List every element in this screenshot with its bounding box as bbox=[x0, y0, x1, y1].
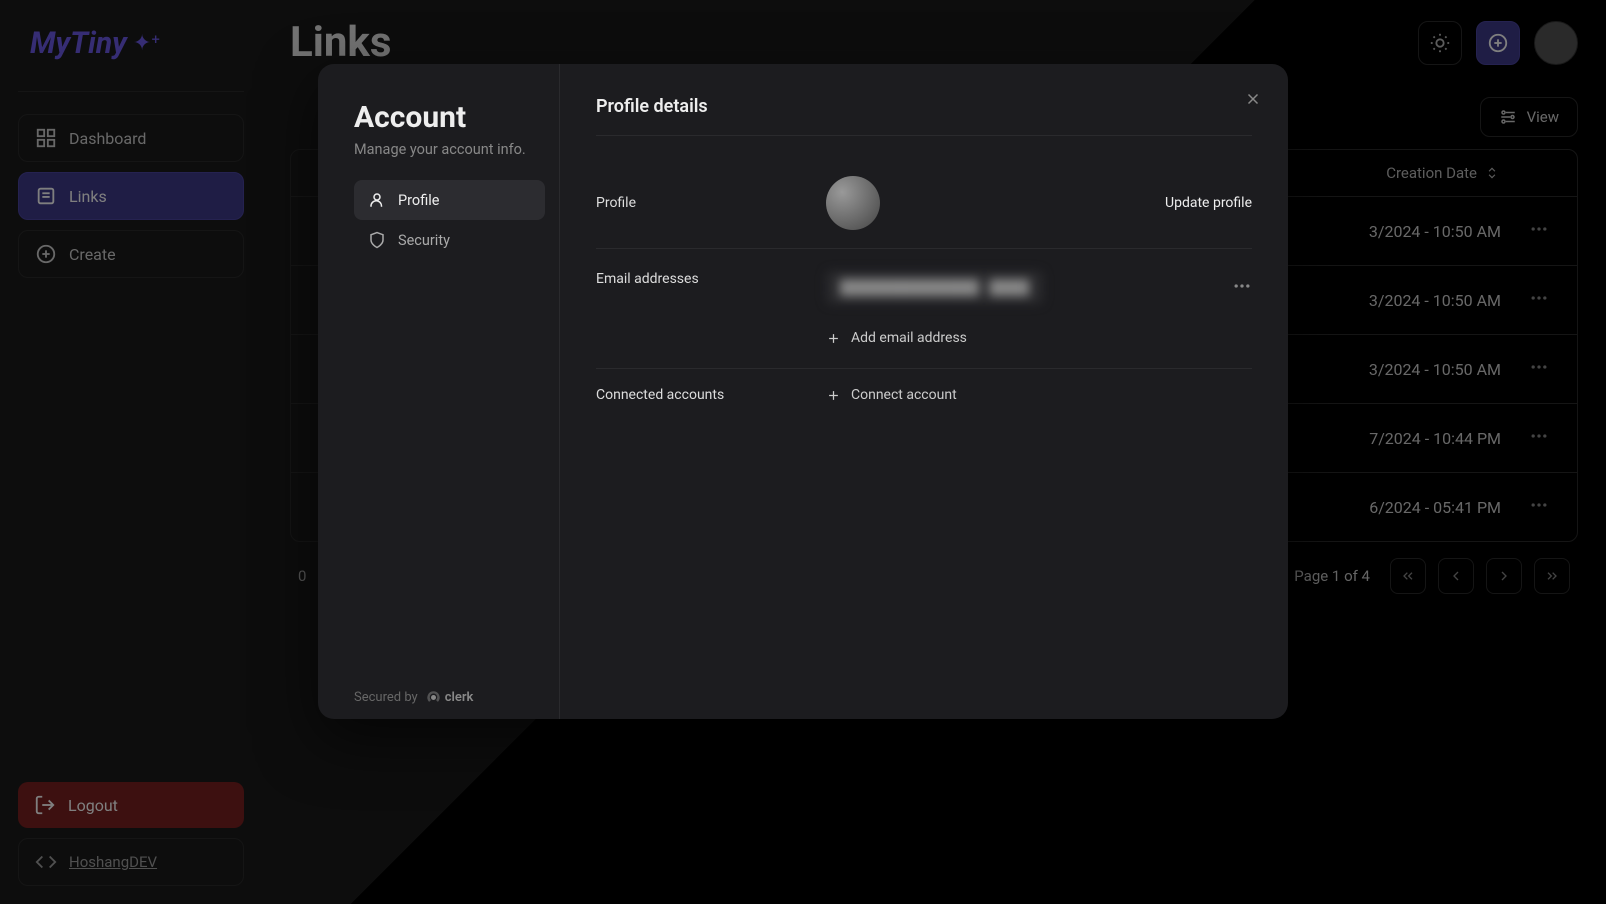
plus-icon bbox=[826, 388, 841, 403]
plus-icon bbox=[826, 331, 841, 346]
email-menu[interactable] bbox=[1232, 276, 1252, 300]
profile-avatar bbox=[826, 176, 880, 230]
close-button[interactable] bbox=[1238, 84, 1268, 114]
dots-icon bbox=[1232, 276, 1252, 296]
modal-nav-label: Profile bbox=[398, 192, 439, 209]
modal-nav-security[interactable]: Security bbox=[354, 220, 545, 260]
account-modal: Account Manage your account info. Profil… bbox=[318, 64, 1288, 719]
clerk-icon bbox=[426, 690, 441, 705]
email-value: ██████████████ · ████ bbox=[826, 271, 1043, 304]
user-icon bbox=[368, 191, 386, 209]
shield-icon bbox=[368, 231, 386, 249]
clerk-logo: clerk bbox=[426, 690, 474, 705]
connected-label: Connected accounts bbox=[596, 387, 826, 403]
modal-nav-label: Security bbox=[398, 232, 450, 249]
update-profile-button[interactable]: Update profile bbox=[1165, 195, 1252, 211]
modal-title: Account bbox=[354, 100, 545, 135]
profile-label: Profile bbox=[596, 195, 826, 211]
add-email-button[interactable]: Add email address bbox=[826, 330, 1252, 346]
close-icon bbox=[1244, 90, 1262, 108]
modal-subtitle: Manage your account info. bbox=[354, 141, 545, 158]
modal-nav-profile[interactable]: Profile bbox=[354, 180, 545, 220]
email-label: Email addresses bbox=[596, 271, 826, 287]
section-title: Profile details bbox=[596, 96, 1252, 136]
connect-account-button[interactable]: Connect account bbox=[826, 387, 957, 403]
secured-by: Secured by clerk bbox=[354, 260, 545, 705]
modal-overlay[interactable]: Account Manage your account info. Profil… bbox=[0, 0, 1606, 904]
